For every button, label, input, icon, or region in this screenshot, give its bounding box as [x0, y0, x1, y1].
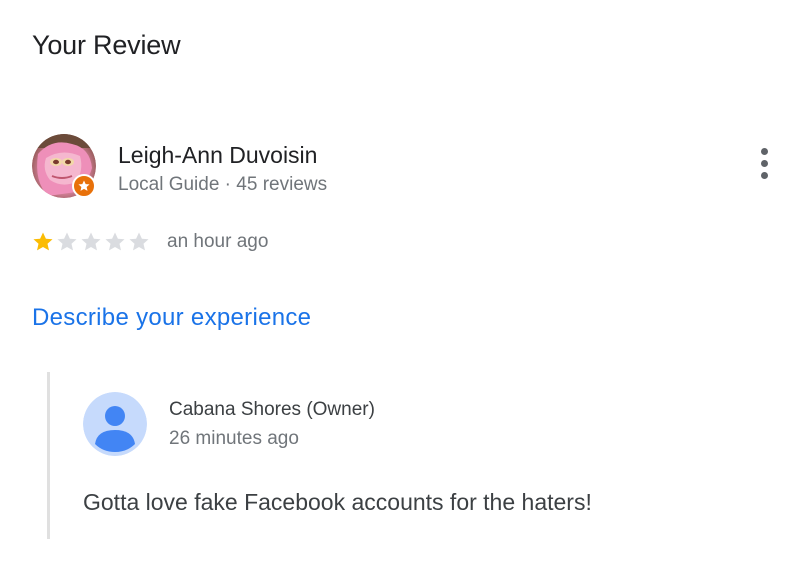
default-person-avatar-icon [83, 392, 147, 456]
reviewer-meta: Local Guide · 45 reviews [118, 174, 328, 195]
reviewer-avatar-wrapper[interactable] [32, 134, 96, 198]
reviewer-header: Leigh-Ann Duvoisin Local Guide · 45 revi… [32, 134, 777, 204]
owner-name: Cabana Shores (Owner) [169, 399, 375, 420]
rating-row: an hour ago [31, 228, 268, 256]
owner-reply-time: 26 minutes ago [169, 428, 299, 449]
star-empty-icon [105, 232, 125, 251]
owner-reply: Cabana Shores (Owner) 26 minutes ago Got… [47, 372, 750, 539]
star-empty-icon [129, 232, 149, 251]
more-vert-icon-dot [761, 172, 768, 179]
describe-experience-link[interactable]: Describe your experience [32, 304, 311, 332]
star-empty-icon [57, 232, 77, 251]
more-vert-icon [761, 148, 768, 155]
star-rating [31, 230, 151, 254]
more-options-button[interactable] [753, 148, 777, 188]
more-vert-icon-dot [761, 160, 768, 167]
star-filled-icon [33, 232, 53, 251]
owner-reply-text: Gotta love fake Facebook accounts for th… [83, 489, 592, 515]
reviewer-name[interactable]: Leigh-Ann Duvoisin [118, 142, 317, 169]
review-time: an hour ago [167, 231, 269, 252]
section-title: Your Review [32, 30, 181, 60]
local-guide-star-icon [72, 174, 96, 198]
star-empty-icon [81, 232, 101, 251]
